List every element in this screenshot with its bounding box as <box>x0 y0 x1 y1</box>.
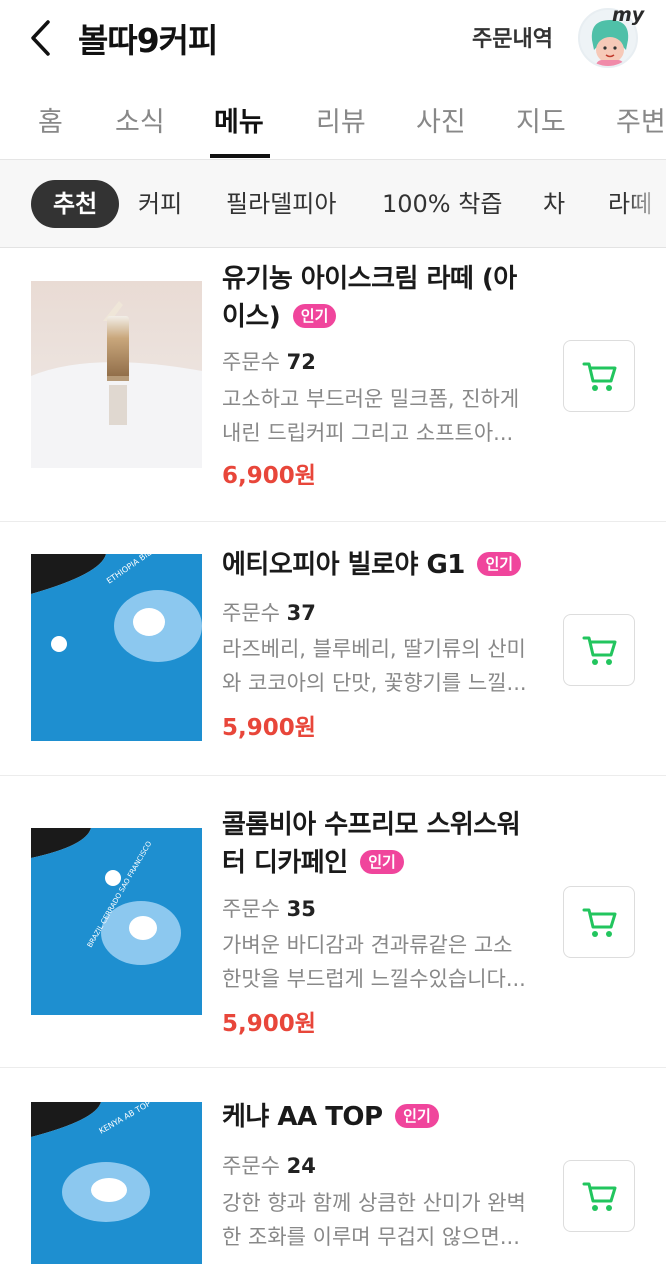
cart-icon <box>582 362 617 391</box>
chip-coffee[interactable]: 커피 <box>138 180 182 228</box>
menu-item-price: 5,900원 <box>222 1011 316 1037</box>
tab-map[interactable]: 지도 <box>516 100 566 139</box>
tab-nearby[interactable]: 주변 <box>616 100 666 139</box>
description-line1: 가벼운 바디감과 견과류같은 고소 <box>222 933 513 957</box>
popular-badge: 인기 <box>360 850 404 874</box>
tab-reviews[interactable]: 리뷰 <box>316 100 366 139</box>
menu-item[interactable]: BRAZIL CERRADO SAO FRANCISCO 콜롬비아 수프리모 스… <box>0 776 666 1068</box>
description-line2: 한 조화를 이루며 무겁지 않으면... <box>222 1225 520 1249</box>
menu-item-description: 가벼운 바디감과 견과류같은 고소 한맛을 부드럽게 느낄수있습니다... <box>222 928 534 996</box>
cart-icon <box>582 1182 617 1211</box>
order-history-link[interactable]: 주문내역 <box>472 21 553 53</box>
avatar-my-label: my <box>612 4 645 26</box>
menu-item-description: 고소하고 부드러운 밀크폼, 진하게 내린 드립커피 그리고 소프트아... <box>222 382 534 450</box>
description-line1: 라즈베리, 블루베리, 딸기류의 산미 <box>222 637 526 661</box>
menu-item-name[interactable]: 유기농 아이스크림 라떼 (아 이스) 인기 <box>222 260 542 336</box>
menu-item[interactable]: KENYA AB TOP 케냐 AA TOP 인기 주문수 24 강한 향과 함… <box>0 1068 666 1264</box>
menu-item-name[interactable]: 케냐 AA TOP 인기 <box>222 1098 542 1136</box>
menu-item-name[interactable]: 콜롬비아 수프리모 스위스워 터 디카페인 인기 <box>222 806 542 882</box>
chip-recommended[interactable]: 추천 <box>31 180 120 228</box>
order-count-label: 주문수 <box>222 1154 280 1178</box>
menu-item-description: 강한 향과 함께 상큼한 산미가 완벽 한 조화를 이루며 무겁지 않으면... <box>222 1186 534 1254</box>
description-line1: 강한 향과 함께 상큼한 산미가 완벽 <box>222 1191 526 1215</box>
menu-item[interactable]: ETHIOPIA BILOYA G1 에티오피아 빌로야 G1 인기 주문수 3… <box>0 522 666 776</box>
order-count-value: 24 <box>286 1154 316 1178</box>
order-count-label: 주문수 <box>222 350 280 374</box>
cart-icon <box>582 636 617 665</box>
order-count: 주문수 24 <box>222 1150 316 1180</box>
menu-item-description: 라즈베리, 블루베리, 딸기류의 산미 와 코코아의 단맛, 꽃향기를 느낄..… <box>222 632 534 700</box>
add-to-cart-button[interactable] <box>563 1160 635 1232</box>
description-line1: 고소하고 부드러운 밀크폼, 진하게 <box>222 387 520 411</box>
store-tabs: 홈 소식 메뉴 리뷰 사진 지도 주변 <box>0 78 666 160</box>
menu-item[interactable]: 유기농 아이스크림 라떼 (아 이스) 인기 주문수 72 고소하고 부드러운 … <box>0 248 666 522</box>
menu-item-name[interactable]: 에티오피아 빌로야 G1 인기 <box>222 546 542 584</box>
category-chips: 추천 커피 필라델피아 100% 착즙 차 라떼 <box>0 160 666 248</box>
order-count-value: 72 <box>286 350 316 374</box>
chip-tea[interactable]: 차 <box>543 180 565 228</box>
popular-badge: 인기 <box>395 1104 439 1128</box>
order-count-label: 주문수 <box>222 601 280 625</box>
menu-item-name-line2: 이스) <box>222 302 281 332</box>
popular-badge: 인기 <box>477 552 522 576</box>
add-to-cart-button[interactable] <box>563 340 635 412</box>
tab-photos[interactable]: 사진 <box>416 100 466 139</box>
menu-item-image[interactable]: ETHIOPIA BILOYA G1 <box>31 554 202 741</box>
chip-fresh-juice[interactable]: 100% 착즙 <box>382 180 502 228</box>
chips-fade <box>626 160 666 247</box>
menu-item-image[interactable]: KENYA AB TOP <box>31 1102 202 1264</box>
menu-item-price: 5,900원 <box>222 715 316 741</box>
menu-item-price: 6,900원 <box>222 463 316 489</box>
description-line2: 내린 드립커피 그리고 소프트아... <box>222 421 514 445</box>
add-to-cart-button[interactable] <box>563 614 635 686</box>
menu-item-name-line1: 케냐 AA TOP <box>222 1102 383 1132</box>
active-tab-indicator <box>210 154 270 158</box>
order-count: 주문수 72 <box>222 346 316 376</box>
header: 볼따9커피 주문내역 my <box>0 0 666 78</box>
tab-menu[interactable]: 메뉴 <box>214 100 264 139</box>
menu-item-name-line2: 터 디카페인 <box>222 848 348 878</box>
order-count: 주문수 37 <box>222 597 316 627</box>
cart-icon <box>582 908 617 937</box>
description-line2: 한맛을 부드럽게 느낄수있습니다... <box>222 967 526 991</box>
menu-item-image[interactable] <box>31 281 202 468</box>
order-count-value: 37 <box>286 601 316 625</box>
popular-badge: 인기 <box>292 304 337 328</box>
tab-home[interactable]: 홈 <box>38 100 63 139</box>
chip-philadelphia[interactable]: 필라델피아 <box>226 180 336 228</box>
description-line2: 와 코코아의 단맛, 꽃향기를 느낄... <box>222 671 527 695</box>
order-count-value: 35 <box>286 897 316 921</box>
menu-item-name-line1: 콜롬비아 수프리모 스위스워 <box>222 810 521 840</box>
order-count: 주문수 35 <box>222 893 316 923</box>
menu-item-image[interactable]: BRAZIL CERRADO SAO FRANCISCO <box>31 828 202 1015</box>
menu-item-name-line1: 에티오피아 빌로야 G1 <box>222 550 465 580</box>
back-arrow-icon[interactable] <box>24 16 60 60</box>
tab-news[interactable]: 소식 <box>115 100 165 139</box>
store-title: 볼따9커피 <box>78 21 218 60</box>
order-count-label: 주문수 <box>222 897 280 921</box>
menu-item-name-line1: 유기농 아이스크림 라떼 (아 <box>222 264 517 294</box>
add-to-cart-button[interactable] <box>563 886 635 958</box>
